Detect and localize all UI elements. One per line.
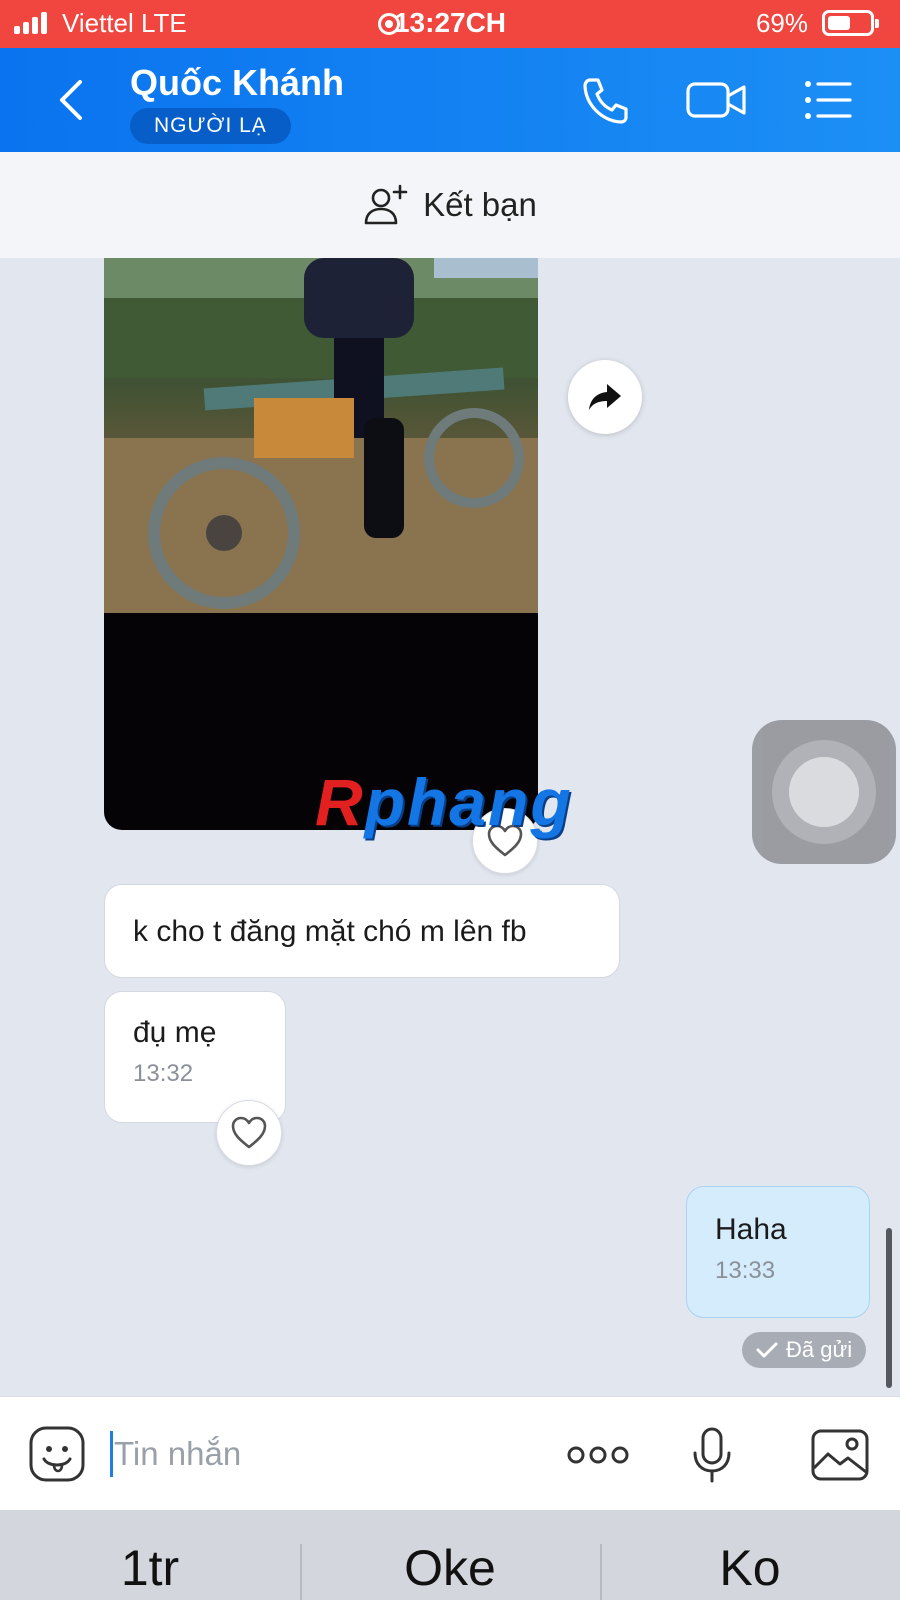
message-bubble-received[interactable]: k cho t đăng mặt chó m lên fb (104, 884, 620, 978)
add-person-icon (364, 184, 408, 225)
menu-button[interactable] (800, 72, 856, 128)
message-time: 13:33 (715, 1257, 776, 1284)
more-dots-icon (567, 1446, 629, 1464)
watermark-logo: Rphang (315, 765, 573, 839)
battery-icon (822, 10, 879, 36)
voice-call-button[interactable] (578, 72, 634, 128)
list-menu-icon (805, 81, 852, 119)
heart-icon (231, 1116, 267, 1149)
add-friend-button[interactable]: Kết bạn (0, 152, 900, 258)
quick-replies: 1tr Oke Ko (0, 1510, 900, 1600)
assistive-touch-button[interactable] (752, 720, 896, 864)
scrollbar[interactable] (886, 1228, 892, 1388)
video-call-button[interactable] (684, 72, 750, 128)
message-composer (0, 1396, 900, 1510)
forward-button[interactable] (568, 360, 642, 434)
quick-reply-option[interactable]: Oke (300, 1510, 600, 1600)
image-icon (811, 1429, 869, 1481)
contact-name[interactable]: Quốc Khánh (130, 62, 344, 104)
microphone-icon (693, 1427, 731, 1483)
chat-header: Quốc Khánh NGƯỜI LẠ (0, 48, 900, 152)
quick-reply-option[interactable]: 1tr (0, 1510, 300, 1600)
message-text: k cho t đăng mặt chó m lên fb (133, 915, 527, 948)
stranger-badge: NGƯỜI LẠ (130, 108, 291, 144)
message-input[interactable] (114, 1427, 534, 1481)
back-button[interactable] (52, 78, 92, 122)
message-time: 13:32 (133, 1060, 194, 1087)
status-bar: Viettel LTE 13:27CH 69% (0, 0, 900, 48)
message-text: đụ mẹ (133, 1016, 217, 1049)
video-camera-icon (686, 82, 746, 118)
text-cursor (110, 1431, 113, 1477)
phone-icon (583, 78, 628, 124)
emoji-icon (29, 1426, 85, 1482)
photo-picker-button[interactable] (808, 1425, 872, 1485)
quick-reply-option[interactable]: Ko (600, 1510, 900, 1600)
add-friend-label: Kết bạn (423, 186, 537, 223)
message-like-button[interactable] (216, 1100, 282, 1166)
sent-status-label: Đã gửi (786, 1337, 853, 1362)
photo-message[interactable] (104, 258, 538, 830)
sticker-button[interactable] (28, 1425, 86, 1483)
battery-percentage: 69% (755, 8, 808, 38)
chevron-left-icon (60, 80, 82, 120)
forward-arrow-icon (589, 384, 621, 410)
more-options-button[interactable] (566, 1425, 630, 1485)
voice-record-button[interactable] (680, 1425, 744, 1485)
motorbike-photo (104, 258, 538, 613)
sent-status-badge: Đã gửi (742, 1332, 867, 1368)
message-text: Haha (715, 1213, 787, 1246)
message-bubble-sent[interactable]: Haha 13:33 (686, 1186, 870, 1318)
check-icon (756, 1342, 778, 1358)
